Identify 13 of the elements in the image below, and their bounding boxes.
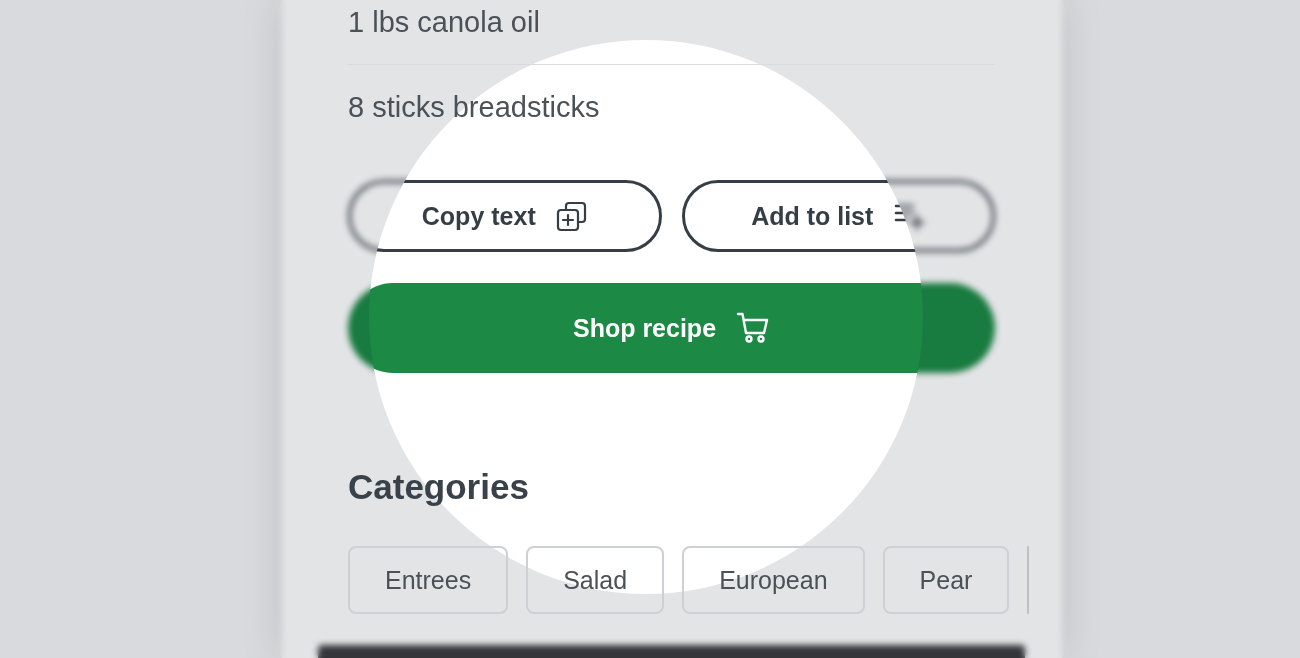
category-chip-edge[interactable] [1027,546,1030,614]
shopping-cart-icon [736,311,771,345]
category-chip[interactable]: Pear [882,546,1010,614]
section-heading: Categories [348,466,530,508]
ingredient-text: 1 lbs canola oil [348,0,995,65]
category-chip[interactable]: Entrees [348,546,509,614]
add-to-list-button[interactable]: Add to list [681,180,995,252]
shop-recipe-button[interactable]: Shop recipe [348,283,995,373]
category-chip[interactable]: European [682,546,865,614]
copy-text-button[interactable]: Copy text [348,180,662,252]
copy-plus-icon [555,200,588,232]
category-chip[interactable]: Salad [526,546,665,614]
ingredient-text: 8 sticks breadsticks [348,90,601,125]
